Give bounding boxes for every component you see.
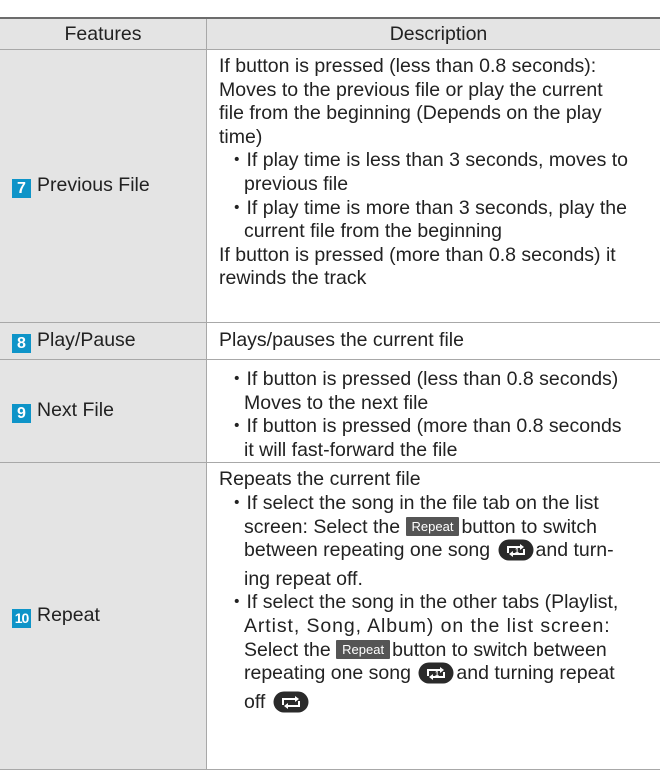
description-line: rewinds the track bbox=[219, 267, 660, 291]
description-line: Select the Repeatbutton to switch betwee… bbox=[219, 639, 660, 663]
bullet-line: ・If play time is more than 3 seconds, pl… bbox=[219, 197, 660, 221]
description-line: ing repeat off. bbox=[219, 568, 660, 592]
repeat-button-label: Repeat bbox=[336, 640, 390, 659]
bullet-line: ・If select the song in the other tabs (P… bbox=[219, 591, 660, 615]
description-line: previous file bbox=[219, 173, 660, 197]
description-header: Description bbox=[207, 19, 660, 50]
feature-cell: 10 Repeat bbox=[0, 463, 207, 770]
text-segment: and turn- bbox=[536, 539, 614, 561]
bullet-line: ・If button is pressed (less than 0.8 sec… bbox=[219, 368, 660, 392]
description-line: Plays/pauses the current file bbox=[219, 329, 660, 353]
description-line: Moves to the next file bbox=[219, 392, 660, 416]
text-segment: off bbox=[244, 691, 265, 713]
feature-label: Previous File bbox=[37, 174, 150, 196]
number-badge: 9 bbox=[12, 404, 31, 423]
description-cell: ・If button is pressed (less than 0.8 sec… bbox=[207, 360, 660, 463]
description-cell: Plays/pauses the current file bbox=[207, 323, 660, 360]
text-segment: button to switch between bbox=[392, 639, 607, 661]
repeat-one-icon: 1 bbox=[418, 662, 454, 691]
description-line: off bbox=[219, 691, 660, 720]
svg-text:1: 1 bbox=[515, 548, 519, 555]
table-row-next-file: 9 Next File ・If button is pressed (less t… bbox=[0, 360, 660, 463]
description-line: repeating one song 1 and turning repeat bbox=[219, 662, 660, 691]
table-row-repeat: 10 Repeat Repeats the current file ・If se… bbox=[0, 463, 660, 770]
bullet-line: ・If play time is less than 3 seconds, mo… bbox=[219, 149, 660, 173]
text-segment: between repeating one song bbox=[244, 539, 490, 561]
table-header-row: Features Description bbox=[0, 19, 660, 50]
description-line: current file from the beginning bbox=[219, 220, 660, 244]
bullet-line: ・If select the song in the file tab on t… bbox=[219, 492, 660, 516]
description-cell: Repeats the current file ・If select the … bbox=[207, 463, 660, 770]
repeat-button-label: Repeat bbox=[406, 517, 460, 536]
feature-label: Repeat bbox=[37, 604, 100, 626]
number-badge: 7 bbox=[12, 179, 31, 198]
feature-cell: 9 Next File bbox=[0, 360, 207, 463]
description-line: If button is pressed (less than 0.8 seco… bbox=[219, 55, 660, 79]
description-cell: If button is pressed (less than 0.8 seco… bbox=[207, 50, 660, 323]
features-header: Features bbox=[0, 19, 207, 50]
repeat-one-icon: 1 bbox=[498, 539, 534, 568]
feature-cell: 8 Play/Pause bbox=[0, 323, 207, 360]
description-line: between repeating one song 1 and turn- bbox=[219, 539, 660, 568]
description-line: file from the beginning (Depends on the … bbox=[219, 102, 660, 126]
description-line: Moves to the previous file or play the c… bbox=[219, 79, 660, 103]
number-badge: 8 bbox=[12, 334, 31, 353]
text-segment: repeating one song bbox=[244, 662, 411, 684]
text-segment: Select the bbox=[244, 639, 331, 661]
number-badge: 10 bbox=[12, 609, 31, 628]
feature-label: Next File bbox=[37, 399, 114, 421]
repeat-off-icon bbox=[273, 691, 309, 720]
table-row-play-pause: 8 Play/Pause Plays/pauses the current fil… bbox=[0, 323, 660, 360]
features-table: Features Description 7 Previous File If b… bbox=[0, 19, 660, 770]
text-segment: button to switch bbox=[461, 516, 597, 538]
description-line: If button is pressed (more than 0.8 seco… bbox=[219, 244, 660, 268]
text-segment: screen: Select the bbox=[244, 516, 400, 538]
svg-text:1: 1 bbox=[435, 671, 439, 678]
description-line: Artist, Song, Album) on the list screen: bbox=[219, 615, 660, 639]
feature-cell: 7 Previous File bbox=[0, 50, 207, 323]
description-line: screen: Select the Repeatbutton to switc… bbox=[219, 516, 660, 540]
text-segment: and turning repeat bbox=[456, 662, 614, 684]
description-line: Repeats the current file bbox=[219, 468, 660, 492]
feature-label: Play/Pause bbox=[37, 329, 136, 351]
bullet-line: ・If button is pressed (more than 0.8 sec… bbox=[219, 415, 660, 439]
table-row-previous-file: 7 Previous File If button is pressed (les… bbox=[0, 50, 660, 323]
description-line: time) bbox=[219, 126, 660, 150]
description-line: it will fast-forward the file bbox=[219, 439, 660, 463]
